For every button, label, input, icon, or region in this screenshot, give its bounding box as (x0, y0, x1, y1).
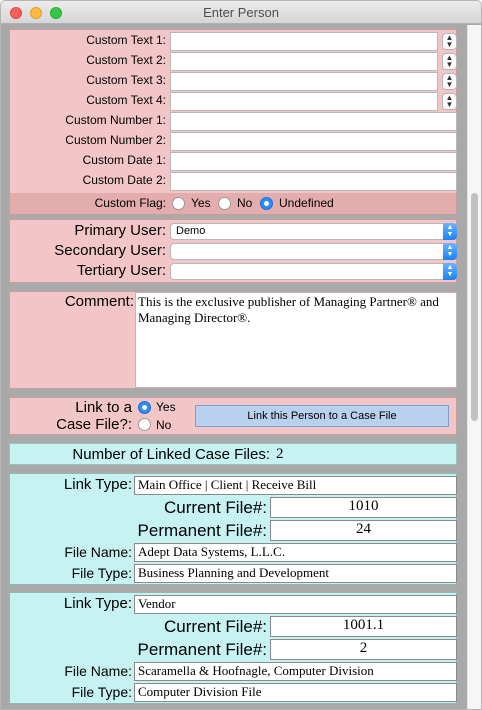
scrollbar-thumb[interactable] (471, 193, 478, 421)
file-name-value[interactable]: Scaramella & Hoofnagle, Computer Divisio… (134, 662, 457, 681)
permanent-file-value[interactable]: 24 (270, 520, 457, 541)
case-file-card: Link Type: Vendor Current File#: 1001.1 … (9, 592, 457, 704)
chevron-updown-icon: ▲ ▼ (443, 263, 457, 280)
custom-text-2-label: Custom Text 2: (86, 53, 166, 67)
custom-date-1-field[interactable] (170, 152, 457, 171)
custom-flag-yes-label[interactable]: Yes (191, 196, 211, 210)
custom-number-2-label: Custom Number 2: (65, 133, 166, 147)
link-case-yes-label[interactable]: Yes (156, 400, 176, 414)
chevron-updown-icon: ▲ ▼ (443, 243, 457, 260)
custom-text-4-field[interactable] (170, 92, 438, 111)
comment-label: Comment: (64, 293, 134, 310)
case-file-card: Link Type: Main Office | Client | Receiv… (9, 473, 457, 585)
permanent-file-label: Permanent File#: (137, 521, 267, 540)
custom-flag-no-label[interactable]: No (237, 196, 252, 210)
custom-date-1-label: Custom Date 1: (82, 153, 166, 167)
custom-text-3-stepper[interactable]: ▲ ▼ (442, 73, 457, 90)
custom-flag-undefined-label[interactable]: Undefined (279, 196, 334, 210)
current-file-value[interactable]: 1001.1 (270, 616, 457, 637)
file-name-value[interactable]: Adept Data Systems, L.L.C. (134, 543, 457, 562)
custom-text-3-field[interactable] (170, 72, 438, 91)
primary-user-label: Primary User: (74, 222, 166, 239)
custom-text-4-stepper[interactable]: ▲ ▼ (442, 93, 457, 110)
current-file-label: Current File#: (164, 617, 267, 636)
file-name-label: File Name: (64, 544, 132, 560)
link-case-yes-radio[interactable] (138, 401, 151, 414)
linked-count-section: Number of Linked Case Files: 2 (9, 443, 457, 465)
custom-number-1-label: Custom Number 1: (65, 113, 166, 127)
link-case-label-line2: Case File?: (56, 416, 132, 433)
link-type-label: Link Type: (63, 476, 132, 493)
linked-count-label: Number of Linked Case Files: (72, 446, 270, 463)
linked-count-value: 2 (276, 446, 284, 462)
vertical-scrollbar[interactable] (467, 25, 481, 709)
custom-text-3-label: Custom Text 3: (86, 73, 166, 87)
current-file-value[interactable]: 1010 (270, 497, 457, 518)
permanent-file-label: Permanent File#: (137, 640, 267, 659)
link-case-no-label[interactable]: No (156, 418, 171, 432)
custom-text-1-field[interactable] (170, 32, 438, 51)
file-type-value[interactable]: Business Planning and Development (134, 564, 457, 583)
window-title: Enter Person (203, 5, 279, 20)
link-type-value[interactable]: Main Office | Client | Receive Bill (134, 476, 457, 495)
custom-text-1-label: Custom Text 1: (86, 33, 166, 47)
custom-text-4-label: Custom Text 4: (86, 93, 166, 107)
custom-flag-yes-radio[interactable] (172, 197, 185, 210)
comment-section: Comment: This is the exclusive publisher… (9, 291, 457, 389)
custom-flag-no-radio[interactable] (218, 197, 231, 210)
primary-user-select[interactable]: Demo ▲ ▼ (170, 223, 457, 240)
link-type-value[interactable]: Vendor (134, 595, 457, 614)
secondary-user-label: Secondary User: (54, 242, 166, 259)
title-bar[interactable]: Enter Person (1, 1, 481, 24)
custom-number-2-field[interactable] (170, 132, 457, 151)
link-case-no-radio[interactable] (138, 418, 151, 431)
secondary-user-select[interactable]: ▲ ▼ (170, 243, 457, 260)
link-case-label-line1: Link to a (75, 399, 132, 416)
users-section: Primary User: Demo ▲ ▼ Secondary User: ▲ ▼… (9, 219, 457, 283)
tertiary-user-select[interactable]: ▲ ▼ (170, 263, 457, 280)
comment-text: This is the exclusive publisher of Manag… (138, 294, 439, 325)
file-name-label: File Name: (64, 663, 132, 679)
primary-user-value: Demo (176, 225, 206, 237)
custom-flag-label: Custom Flag: (94, 196, 166, 210)
link-type-label: Link Type: (63, 595, 132, 612)
enter-person-window: Enter Person Custom Text 1: ▲ ▼ Custom Te… (0, 0, 482, 710)
current-file-label: Current File#: (164, 498, 267, 517)
file-type-value[interactable]: Computer Division File (134, 683, 457, 702)
tertiary-user-label: Tertiary User: (76, 262, 166, 279)
file-type-label: File Type: (71, 684, 132, 700)
custom-date-2-label: Custom Date 2: (82, 173, 166, 187)
custom-number-1-field[interactable] (170, 112, 457, 131)
link-case-section: Link to a Case File?: Yes No Link this P… (9, 397, 457, 435)
custom-flag-row: Custom Flag: Yes No Undefined (10, 193, 456, 214)
form-content: Custom Text 1: ▲ ▼ Custom Text 2: ▲ ▼ Cust… (1, 25, 467, 709)
custom-fields-section: Custom Text 1: ▲ ▼ Custom Text 2: ▲ ▼ Cust… (9, 29, 457, 215)
permanent-file-value[interactable]: 2 (270, 639, 457, 660)
link-person-to-case-button[interactable]: Link this Person to a Case File (195, 405, 449, 427)
custom-flag-undefined-radio[interactable] (260, 197, 273, 210)
file-type-label: File Type: (71, 565, 132, 581)
custom-date-2-field[interactable] (170, 172, 457, 191)
custom-text-2-field[interactable] (170, 52, 438, 71)
custom-text-1-stepper[interactable]: ▲ ▼ (442, 33, 457, 50)
comment-textarea[interactable]: This is the exclusive publisher of Manag… (135, 292, 457, 388)
custom-text-2-stepper[interactable]: ▲ ▼ (442, 53, 457, 70)
chevron-updown-icon: ▲ ▼ (443, 223, 457, 240)
